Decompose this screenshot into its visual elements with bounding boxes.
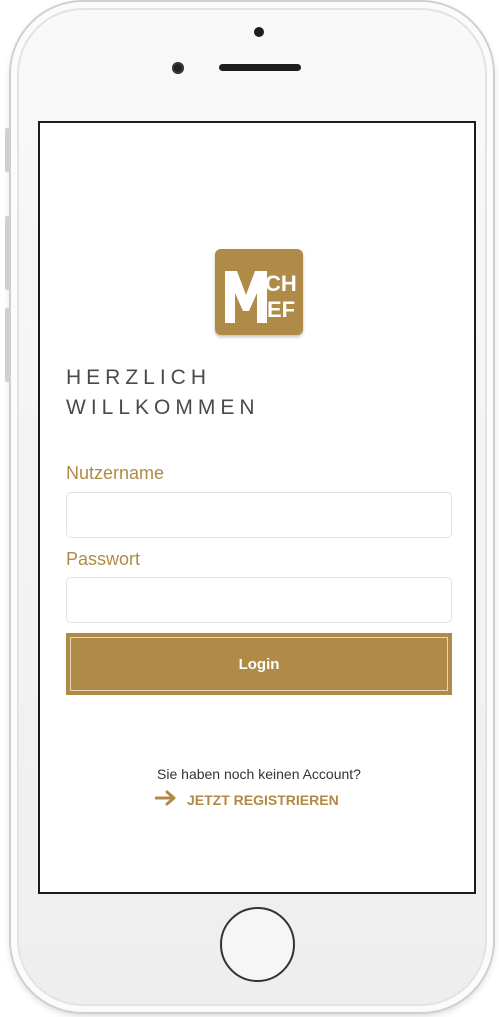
welcome-line-1: HERZLICH [66,366,212,389]
welcome-heading: HERZLICH WILLKOMMEN [66,363,260,423]
mute-switch [5,128,9,172]
no-account-prompt: Sie haben noch keinen Account? [157,766,361,782]
username-input[interactable] [66,492,452,538]
app-screen: CH EF HERZLICH WILLKOMMEN Nutzername Pas… [38,121,476,894]
home-button[interactable] [220,907,295,982]
arrow-right-icon [154,790,177,809]
password-label: Passwort [66,549,141,569]
volume-down-button [5,308,9,382]
front-camera [172,62,184,74]
mchef-logo-icon: CH EF [225,271,297,323]
login-button-label: Login [70,637,448,691]
login-button[interactable]: Login [66,633,452,695]
username-label: Nutzername [66,463,165,483]
register-link[interactable]: JETZT REGISTRIEREN [154,790,339,809]
earpiece-speaker [219,64,301,71]
svg-text:CH: CH [265,271,297,296]
register-label: JETZT REGISTRIEREN [187,791,339,808]
password-input[interactable] [66,577,452,623]
welcome-line-2: WILLKOMMEN [66,396,260,419]
volume-up-button [5,216,9,290]
app-logo: CH EF [215,249,303,335]
sensor-dot [254,27,264,37]
svg-text:EF: EF [267,297,295,322]
